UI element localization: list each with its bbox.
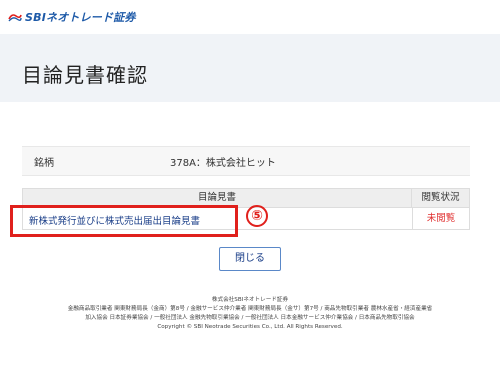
- footer-company: 株式会社SBIネオトレード証券: [211, 297, 289, 303]
- column-header-status: 閲覧状況: [421, 192, 460, 203]
- close-button[interactable]: 閉じる: [219, 247, 281, 271]
- brand-value: 378A：株式会社ヒット: [170, 158, 276, 169]
- page-title: 目論見書確認: [22, 63, 148, 87]
- read-status: 未閲覧: [412, 208, 469, 229]
- sbi-logo-icon: [8, 13, 22, 22]
- brand-row: 銘柄 378A：株式会社ヒット: [22, 146, 470, 176]
- top-bar: SBIネオトレード証券: [0, 0, 500, 34]
- step-number-badge: ⑤: [246, 205, 268, 227]
- logo[interactable]: SBIネオトレード証券: [8, 9, 136, 25]
- highlight-box: [10, 205, 238, 237]
- footer-associations: 加入協会 日本証券業協会 / 一般社団法人 金融先物取引業協会 / 一般社団法人…: [85, 315, 415, 321]
- brand-label: 銘柄: [34, 158, 54, 169]
- footer-registration: 金融商品取引業者 関東財務局長（金商）第8号 / 金融サービス仲介業者 関東財務…: [67, 306, 433, 312]
- footer: 株式会社SBIネオトレード証券 金融商品取引業者 関東財務局長（金商）第8号 /…: [0, 296, 500, 332]
- logo-text: SBIネオトレード証券: [25, 11, 136, 24]
- footer-copyright: Copyright © SBI Neotrade Securities Co.,…: [157, 324, 343, 330]
